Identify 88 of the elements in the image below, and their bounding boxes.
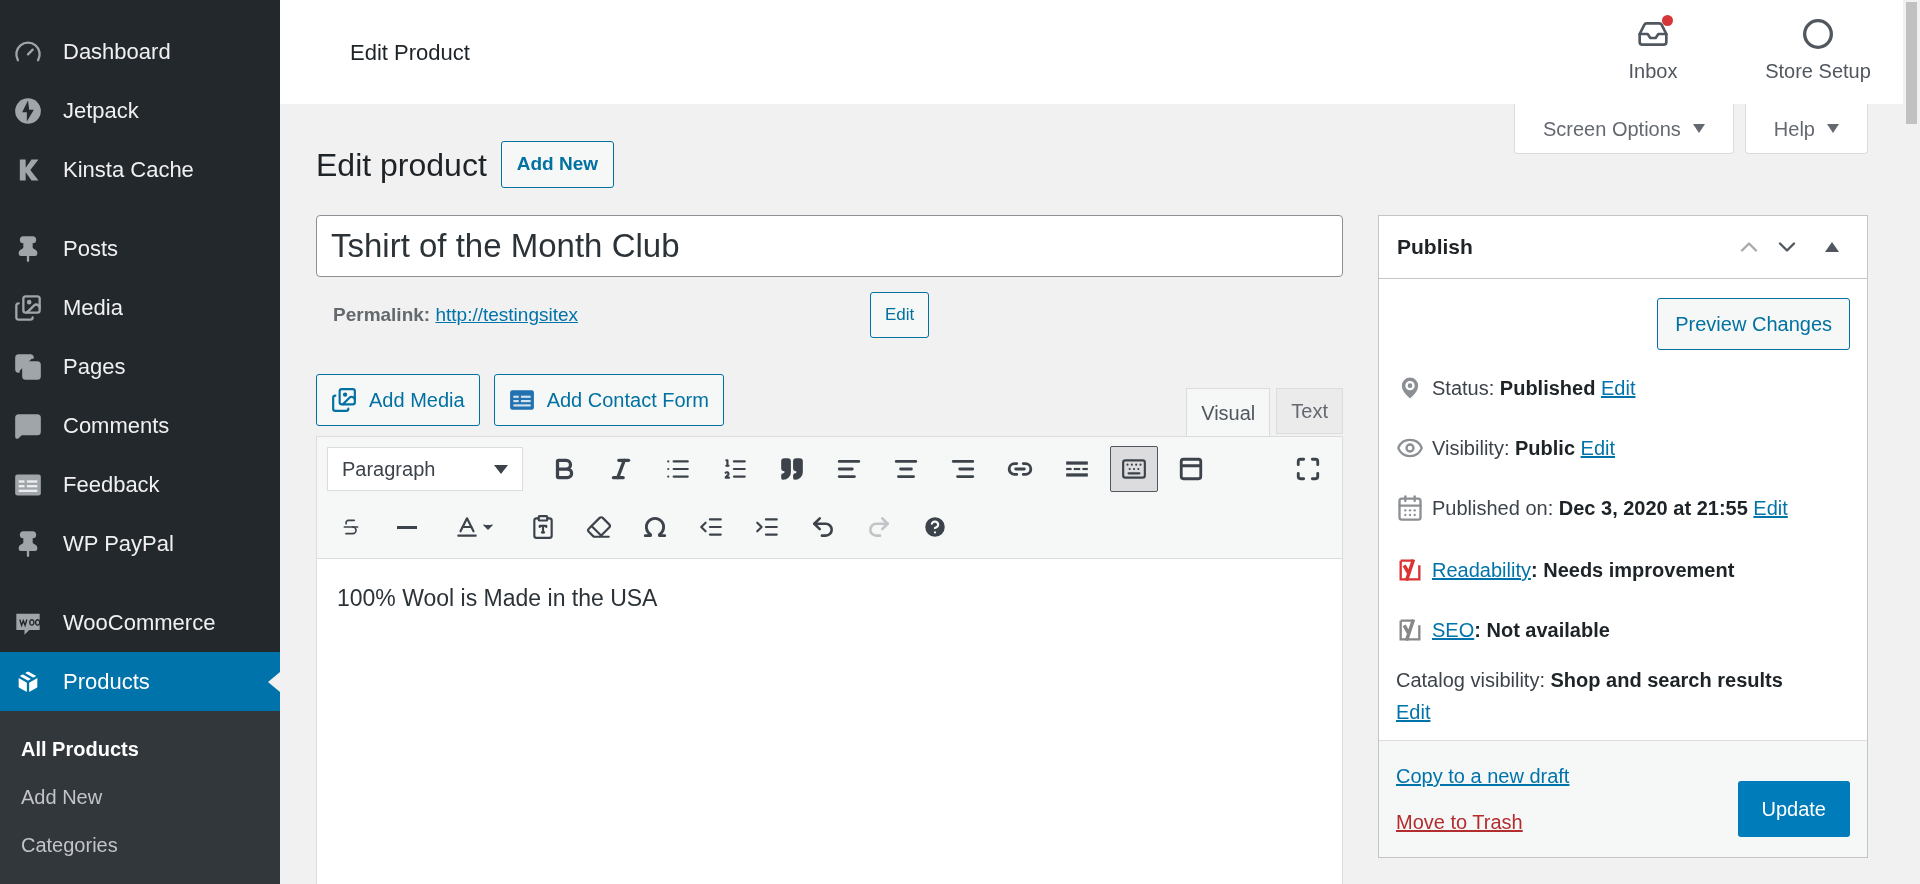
sidebar-label: Kinsta Cache [63, 156, 194, 184]
permalink-link[interactable]: http://testingsitex [435, 303, 578, 325]
edit-link[interactable]: Edit [1600, 377, 1636, 399]
scrollbar-thumb[interactable] [1906, 2, 1917, 124]
eraser-icon [586, 514, 612, 540]
media-icon [331, 387, 357, 413]
sidebar-item[interactable]: Media [0, 278, 280, 337]
sidebar-label: Comments [63, 412, 170, 440]
edit-link[interactable]: Edit [1580, 437, 1616, 459]
bolt-circle-icon [14, 96, 42, 125]
permalink-text: Permalink: http://testingsitex [333, 302, 578, 327]
status-text: Status: Published Edit [1432, 376, 1636, 401]
top-bar-action[interactable]: Store Setup [1753, 18, 1883, 86]
preview-changes-button[interactable]: Preview Changes [1657, 298, 1850, 350]
sidebar-label: WP PayPal [63, 530, 174, 558]
edit-link[interactable]: Edit [1753, 497, 1788, 519]
sidebar-label: Jetpack [63, 97, 139, 125]
paste-text-icon [530, 514, 556, 540]
circle-icon [1802, 18, 1834, 50]
caret-icon [494, 464, 508, 474]
top-bar-action[interactable]: Inbox [1598, 18, 1708, 86]
score-text: Readability: Needs improvement [1432, 558, 1735, 583]
sidebar-item[interactable]: WP PayPal [0, 514, 280, 573]
submenu-item[interactable]: Categories [0, 821, 280, 869]
submenu-item[interactable]: All Products [0, 725, 280, 773]
catalog-visibility-text: Catalog visibility: Shop and search results Edit [1396, 668, 1784, 725]
text-color-icon [454, 514, 480, 540]
comment-icon [14, 411, 42, 440]
sidebar-item[interactable]: WooCommerce [0, 593, 280, 652]
sidebar-label: Products [63, 668, 150, 696]
publish-title: Publish [1397, 234, 1474, 261]
sidebar-item[interactable]: Dashboard [0, 22, 280, 81]
help-icon [922, 514, 948, 540]
sidebar-item[interactable]: Products [0, 652, 280, 711]
edit-link[interactable]: Edit [1396, 701, 1431, 723]
sidebar-label: Pages [63, 353, 126, 381]
collapse-icon[interactable] [1825, 242, 1839, 252]
title-field[interactable]: Tshirt of the Month Club [316, 215, 1343, 277]
numbered-list-icon [722, 456, 748, 482]
horizontal-line-icon [397, 525, 417, 529]
sidebar-item[interactable]: Pages [0, 337, 280, 396]
current-pointer [268, 672, 280, 692]
sidebar-label: WooCommerce [63, 609, 216, 637]
fullscreen-icon [1295, 456, 1321, 482]
editor-tab[interactable]: Visual [1186, 388, 1271, 437]
copy-draft-link[interactable]: Copy to a new draft [1396, 761, 1570, 791]
form-icon [1178, 456, 1204, 482]
visibility-text: Visibility: Public Edit [1432, 436, 1616, 461]
toolbar-button[interactable] [1110, 446, 1158, 492]
sidebar-item[interactable]: Posts [0, 219, 280, 278]
form-icon [508, 387, 535, 413]
keyboard-icon [1121, 456, 1147, 482]
pages-icon [14, 352, 42, 381]
heading: Edit product [316, 145, 487, 185]
caret-icon [1827, 124, 1839, 133]
sidebar-item[interactable]: Feedback [0, 455, 280, 514]
quote-icon [779, 456, 805, 482]
editor-content: 100% Wool is Made in the USA [336, 584, 659, 613]
trash-link[interactable]: Move to Trash [1396, 807, 1523, 837]
add-new-button[interactable]: Add New [500, 141, 615, 188]
sidebar-item[interactable]: Comments [0, 396, 280, 455]
screen-meta-tab[interactable]: Screen Options [1514, 104, 1734, 154]
editor-tab[interactable]: Text [1276, 388, 1343, 434]
media-button[interactable]: Add Media [316, 374, 480, 426]
format-select[interactable]: Paragraph [327, 447, 523, 491]
screen-meta-tab[interactable]: Help [1744, 104, 1868, 154]
omega-icon [642, 514, 668, 540]
undo-icon [810, 514, 836, 540]
score-link[interactable]: Readability [1432, 559, 1531, 581]
sidebar-label: Feedback [63, 471, 160, 499]
sidebar-label: Dashboard [63, 38, 171, 66]
calendar-icon [1396, 494, 1424, 522]
score-link[interactable]: SEO [1432, 619, 1475, 641]
media-icon [14, 293, 42, 322]
sidebar-label: Media [63, 294, 123, 322]
submenu-item[interactable]: Add New [0, 773, 280, 821]
sidebar-item[interactable]: Kinsta Cache [0, 140, 280, 199]
edit-permalink-button[interactable]: Edit [870, 292, 930, 338]
sidebar-item[interactable]: Jetpack [0, 81, 280, 140]
sidebar-label: Posts [63, 235, 119, 263]
score-text: SEO: Not available [1432, 618, 1610, 643]
page-title: Edit Product [350, 38, 471, 67]
update-button[interactable]: Update [1737, 781, 1850, 837]
strikethrough-icon [341, 517, 361, 537]
caret-icon [1692, 124, 1705, 133]
media-button[interactable]: Add Contact Form [493, 374, 724, 426]
redo-icon [866, 514, 892, 540]
date-text: Published on: Dec 3, 2020 at 21:55 Edit [1432, 496, 1788, 521]
